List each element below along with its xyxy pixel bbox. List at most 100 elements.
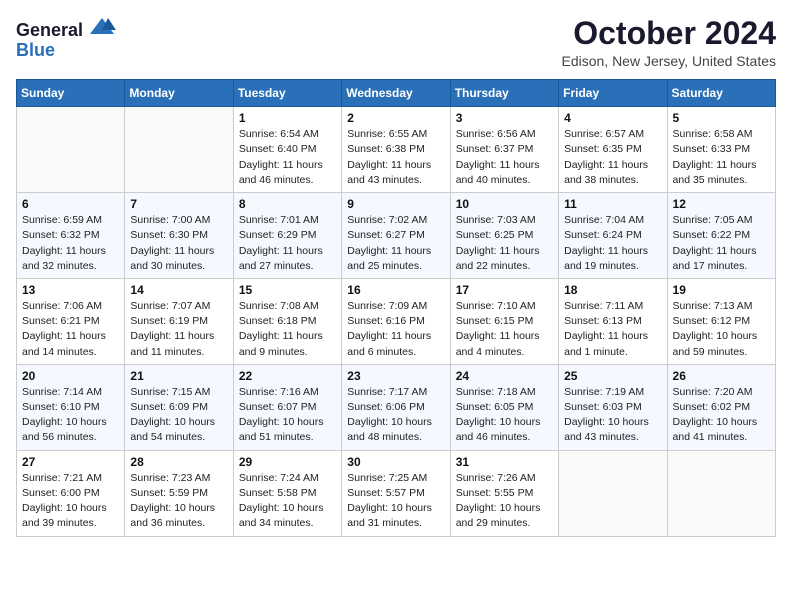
day-detail: Sunrise: 6:57 AMSunset: 6:35 PMDaylight:… <box>564 127 661 188</box>
day-number: 18 <box>564 283 661 297</box>
day-number: 9 <box>347 197 444 211</box>
day-detail: Sunrise: 7:24 AMSunset: 5:58 PMDaylight:… <box>239 471 336 532</box>
location-title: Edison, New Jersey, United States <box>561 53 776 69</box>
day-number: 8 <box>239 197 336 211</box>
logo-blue-text: Blue <box>16 41 55 59</box>
day-cell: 9 Sunrise: 7:02 AMSunset: 6:27 PMDaylight… <box>342 193 450 279</box>
day-number: 31 <box>456 455 553 469</box>
logo-general-text: General <box>16 20 83 40</box>
day-number: 14 <box>130 283 227 297</box>
day-number: 12 <box>673 197 770 211</box>
day-detail: Sunrise: 7:20 AMSunset: 6:02 PMDaylight:… <box>673 385 770 446</box>
day-cell: 1 Sunrise: 6:54 AMSunset: 6:40 PMDaylight… <box>233 107 341 193</box>
day-detail: Sunrise: 7:06 AMSunset: 6:21 PMDaylight:… <box>22 299 119 360</box>
header-cell-friday: Friday <box>559 80 667 107</box>
week-row-5: 27Sunrise: 7:21 AMSunset: 6:00 PMDayligh… <box>17 450 776 536</box>
day-detail: Sunrise: 6:59 AMSunset: 6:32 PMDaylight:… <box>22 213 119 274</box>
day-cell: 15Sunrise: 7:08 AMSunset: 6:18 PMDayligh… <box>233 278 341 364</box>
day-number: 30 <box>347 455 444 469</box>
day-detail: Sunrise: 6:58 AMSunset: 6:33 PMDaylight:… <box>673 127 770 188</box>
day-detail: Sunrise: 7:10 AMSunset: 6:15 PMDaylight:… <box>456 299 553 360</box>
week-row-3: 13 Sunrise: 7:06 AMSunset: 6:21 PMDayligh… <box>17 278 776 364</box>
day-number: 1 <box>239 111 336 125</box>
day-detail: Sunrise: 7:14 AMSunset: 6:10 PMDaylight:… <box>22 385 119 446</box>
day-detail: Sunrise: 7:01 AMSunset: 6:29 PMDaylight:… <box>239 213 336 274</box>
day-cell: 12 Sunrise: 7:05 AMSunset: 6:22 PMDayligh… <box>667 193 775 279</box>
day-detail: Sunrise: 7:17 AMSunset: 6:06 PMDaylight:… <box>347 385 444 446</box>
day-detail: Sunrise: 7:00 AMSunset: 6:30 PMDaylight:… <box>130 213 227 274</box>
day-number: 17 <box>456 283 553 297</box>
day-cell: 17 Sunrise: 7:10 AMSunset: 6:15 PMDayligh… <box>450 278 558 364</box>
day-cell: 21Sunrise: 7:15 AMSunset: 6:09 PMDayligh… <box>125 364 233 450</box>
calendar-table: SundayMondayTuesdayWednesdayThursdayFrid… <box>16 79 776 536</box>
day-cell: 26 Sunrise: 7:20 AMSunset: 6:02 PMDayligh… <box>667 364 775 450</box>
logo-icon <box>88 16 116 36</box>
calendar-body: 1 Sunrise: 6:54 AMSunset: 6:40 PMDaylight… <box>17 107 776 536</box>
day-detail: Sunrise: 7:09 AMSunset: 6:16 PMDaylight:… <box>347 299 444 360</box>
day-cell: 19 Sunrise: 7:13 AMSunset: 6:12 PMDayligh… <box>667 278 775 364</box>
day-cell: 22 Sunrise: 7:16 AMSunset: 6:07 PMDayligh… <box>233 364 341 450</box>
day-number: 26 <box>673 369 770 383</box>
day-cell: 27Sunrise: 7:21 AMSunset: 6:00 PMDayligh… <box>17 450 125 536</box>
day-number: 10 <box>456 197 553 211</box>
week-row-1: 1 Sunrise: 6:54 AMSunset: 6:40 PMDaylight… <box>17 107 776 193</box>
day-number: 11 <box>564 197 661 211</box>
day-cell: 24 Sunrise: 7:18 AMSunset: 6:05 PMDayligh… <box>450 364 558 450</box>
week-row-2: 6 Sunrise: 6:59 AMSunset: 6:32 PMDaylight… <box>17 193 776 279</box>
day-number: 24 <box>456 369 553 383</box>
header-cell-tuesday: Tuesday <box>233 80 341 107</box>
day-number: 2 <box>347 111 444 125</box>
day-detail: Sunrise: 7:19 AMSunset: 6:03 PMDaylight:… <box>564 385 661 446</box>
day-number: 16 <box>347 283 444 297</box>
day-cell: 23 Sunrise: 7:17 AMSunset: 6:06 PMDayligh… <box>342 364 450 450</box>
day-number: 25 <box>564 369 661 383</box>
day-cell: 8 Sunrise: 7:01 AMSunset: 6:29 PMDaylight… <box>233 193 341 279</box>
day-cell: 14Sunrise: 7:07 AMSunset: 6:19 PMDayligh… <box>125 278 233 364</box>
day-detail: Sunrise: 7:16 AMSunset: 6:07 PMDaylight:… <box>239 385 336 446</box>
day-cell: 20 Sunrise: 7:14 AMSunset: 6:10 PMDayligh… <box>17 364 125 450</box>
header: General Blue October 2024 Edison, New Je… <box>16 16 776 69</box>
day-cell: 29 Sunrise: 7:24 AMSunset: 5:58 PMDayligh… <box>233 450 341 536</box>
day-detail: Sunrise: 6:55 AMSunset: 6:38 PMDaylight:… <box>347 127 444 188</box>
day-cell: 6 Sunrise: 6:59 AMSunset: 6:32 PMDaylight… <box>17 193 125 279</box>
week-row-4: 20 Sunrise: 7:14 AMSunset: 6:10 PMDayligh… <box>17 364 776 450</box>
day-detail: Sunrise: 7:15 AMSunset: 6:09 PMDaylight:… <box>130 385 227 446</box>
day-number: 13 <box>22 283 119 297</box>
day-detail: Sunrise: 7:21 AMSunset: 6:00 PMDaylight:… <box>22 471 119 532</box>
day-cell <box>17 107 125 193</box>
day-detail: Sunrise: 6:54 AMSunset: 6:40 PMDaylight:… <box>239 127 336 188</box>
day-detail: Sunrise: 7:11 AMSunset: 6:13 PMDaylight:… <box>564 299 661 360</box>
day-cell: 31 Sunrise: 7:26 AMSunset: 5:55 PMDayligh… <box>450 450 558 536</box>
day-detail: Sunrise: 7:25 AMSunset: 5:57 PMDaylight:… <box>347 471 444 532</box>
header-row: SundayMondayTuesdayWednesdayThursdayFrid… <box>17 80 776 107</box>
header-cell-saturday: Saturday <box>667 80 775 107</box>
month-title: October 2024 <box>561 16 776 51</box>
calendar-header: SundayMondayTuesdayWednesdayThursdayFrid… <box>17 80 776 107</box>
day-cell: 10Sunrise: 7:03 AMSunset: 6:25 PMDayligh… <box>450 193 558 279</box>
header-cell-monday: Monday <box>125 80 233 107</box>
logo: General Blue <box>16 16 116 59</box>
day-number: 29 <box>239 455 336 469</box>
day-cell: 28Sunrise: 7:23 AMSunset: 5:59 PMDayligh… <box>125 450 233 536</box>
day-cell: 4Sunrise: 6:57 AMSunset: 6:35 PMDaylight… <box>559 107 667 193</box>
day-number: 23 <box>347 369 444 383</box>
day-cell: 16 Sunrise: 7:09 AMSunset: 6:16 PMDayligh… <box>342 278 450 364</box>
day-cell: 2 Sunrise: 6:55 AMSunset: 6:38 PMDaylight… <box>342 107 450 193</box>
day-number: 6 <box>22 197 119 211</box>
day-detail: Sunrise: 7:02 AMSunset: 6:27 PMDaylight:… <box>347 213 444 274</box>
day-number: 20 <box>22 369 119 383</box>
day-detail: Sunrise: 7:05 AMSunset: 6:22 PMDaylight:… <box>673 213 770 274</box>
day-number: 22 <box>239 369 336 383</box>
day-detail: Sunrise: 7:04 AMSunset: 6:24 PMDaylight:… <box>564 213 661 274</box>
header-cell-sunday: Sunday <box>17 80 125 107</box>
day-number: 19 <box>673 283 770 297</box>
day-number: 3 <box>456 111 553 125</box>
day-detail: Sunrise: 7:18 AMSunset: 6:05 PMDaylight:… <box>456 385 553 446</box>
day-cell <box>559 450 667 536</box>
day-cell <box>667 450 775 536</box>
day-cell <box>125 107 233 193</box>
day-number: 7 <box>130 197 227 211</box>
day-detail: Sunrise: 7:26 AMSunset: 5:55 PMDaylight:… <box>456 471 553 532</box>
day-detail: Sunrise: 7:13 AMSunset: 6:12 PMDaylight:… <box>673 299 770 360</box>
day-number: 28 <box>130 455 227 469</box>
